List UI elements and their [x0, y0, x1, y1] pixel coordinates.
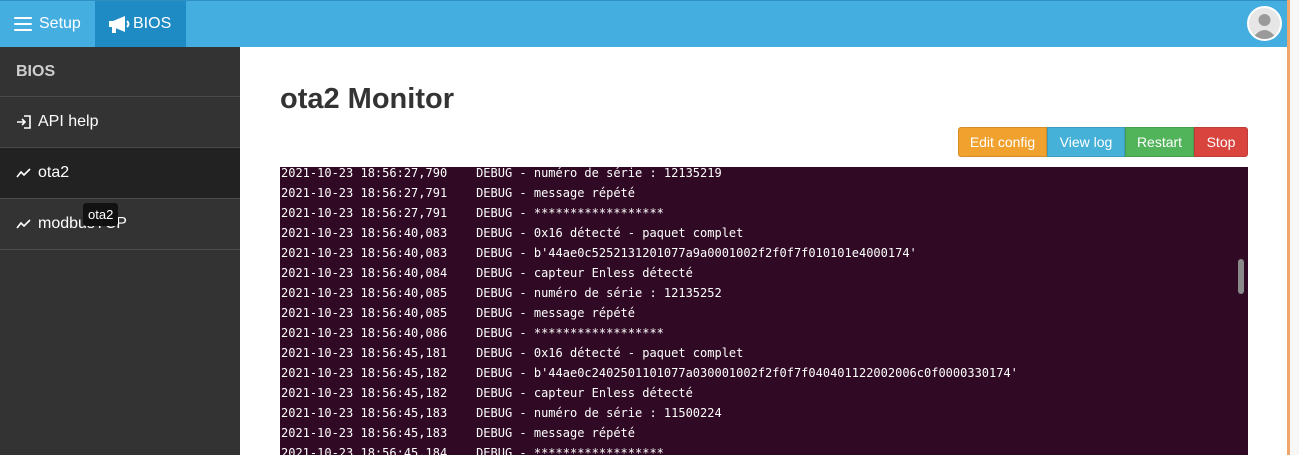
log-line: 2021-10-23 18:56:40,083 DEBUG - b'44ae0c… [281, 246, 917, 260]
restart-button[interactable]: Restart [1125, 127, 1194, 157]
log-line: 2021-10-23 18:56:45,183 DEBUG - message … [281, 426, 636, 440]
log-line: 2021-10-23 18:56:45,184 DEBUG - ********… [281, 446, 664, 455]
tooltip: ota2 [83, 203, 119, 226]
log-line: 2021-10-23 18:56:27,791 DEBUG - message … [281, 186, 636, 200]
log-console[interactable]: 2021-10-23 18:56:27,790 DEBUG - numéro d… [280, 167, 1248, 455]
sidebar-item-ota2[interactable]: ota2 [0, 148, 240, 199]
console-scrollbar[interactable] [1238, 259, 1244, 294]
edit-config-button[interactable]: Edit config [958, 127, 1047, 157]
line-chart-icon [16, 167, 36, 179]
log-line: 2021-10-23 18:56:27,791 DEBUG - ********… [281, 206, 664, 220]
user-avatar[interactable] [1247, 6, 1282, 41]
top-navbar: Setup BIOS [0, 0, 1287, 47]
log-lines: 2021-10-23 18:56:27,790 DEBUG - numéro d… [281, 167, 1018, 455]
page-title: ota2 Monitor [280, 83, 454, 115]
log-line: 2021-10-23 18:56:27,790 DEBUG - numéro d… [281, 167, 722, 180]
setup-menu-button[interactable]: Setup [0, 1, 95, 47]
log-line: 2021-10-23 18:56:40,086 DEBUG - ********… [281, 326, 664, 340]
log-line: 2021-10-23 18:56:45,183 DEBUG - numéro d… [281, 406, 722, 420]
sidebar-item-label: API help [38, 113, 99, 130]
log-line: 2021-10-23 18:56:40,083 DEBUG - 0x16 dét… [281, 226, 744, 240]
stop-button[interactable]: Stop [1194, 127, 1248, 157]
sidebar-item-modbustcp[interactable]: modbusTCP [0, 199, 240, 250]
view-log-button[interactable]: View log [1047, 127, 1125, 157]
window-edge [1287, 0, 1299, 455]
user-icon [1252, 14, 1277, 39]
bullhorn-icon [107, 15, 131, 33]
sidebar-item-api-help[interactable]: API help [0, 97, 240, 148]
bios-tab[interactable]: BIOS [95, 1, 186, 47]
log-line: 2021-10-23 18:56:45,182 DEBUG - b'44ae0c… [281, 366, 1018, 380]
log-line: 2021-10-23 18:56:40,085 DEBUG - message … [281, 306, 636, 320]
sidebar-item-label: ota2 [38, 164, 70, 181]
log-line: 2021-10-23 18:56:40,085 DEBUG - numéro d… [281, 286, 722, 300]
hamburger-icon [14, 17, 32, 31]
sidebar: BIOS API help ota2 [0, 47, 240, 455]
bios-label: BIOS [133, 15, 172, 32]
app-window: Setup BIOS BIOS API help ota2 ota2 ota2 … [0, 0, 1299, 455]
log-line: 2021-10-23 18:56:45,182 DEBUG - capteur … [281, 386, 693, 400]
sign-in-icon [16, 115, 36, 129]
log-line: 2021-10-23 18:56:45,181 DEBUG - 0x16 dét… [281, 346, 744, 360]
setup-label: Setup [39, 15, 81, 32]
log-line: 2021-10-23 18:56:40,084 DEBUG - capteur … [281, 266, 693, 280]
action-button-group: Edit config View log Restart Stop [958, 127, 1248, 157]
line-chart-icon [16, 218, 36, 230]
sidebar-header: BIOS [0, 47, 240, 97]
